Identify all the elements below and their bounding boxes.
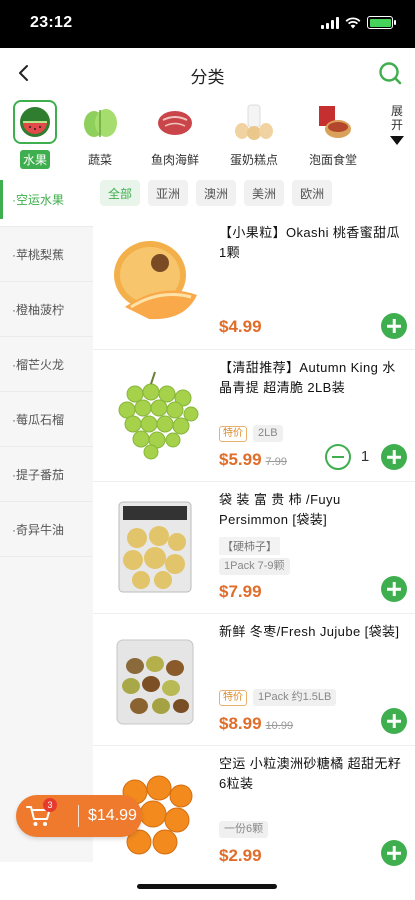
product-card[interactable]: 袋 装 富 贵 柿 /Fuyu Persimmon [袋装] 【硬柿子】 1Pa…	[93, 482, 415, 614]
spec-tag: 1Pack 约1.5LB	[253, 689, 337, 706]
product-title: 【清甜推荐】Autumn King 水晶青提 超清脆 2LB装	[219, 360, 396, 395]
expand-label: 展开	[390, 104, 403, 132]
product-title: 袋 装 富 贵 柿 /Fuyu Persimmon [袋装]	[219, 492, 341, 527]
promo-tag: 特价	[219, 689, 247, 706]
category-item-vegetable[interactable]: 蔬菜	[65, 100, 135, 170]
home-indicator[interactable]	[137, 884, 277, 889]
subcategory-sidebar: ·空运水果 ·苹桃梨蕉 ·橙柚菠柠 ·榴芒火龙 ·莓瓜石榴 ·提子番茄 ·奇异牛…	[0, 172, 93, 862]
status-time: 23:12	[30, 14, 73, 31]
category-label: 蛋奶糕点	[229, 153, 278, 167]
header: 分类	[0, 48, 415, 98]
product-card[interactable]: 新鲜 冬枣/Fresh Jujube [袋装] 特价 1Pack 约1.5LB …	[93, 614, 415, 746]
category-label: 蔬菜	[87, 153, 112, 167]
filter-asia[interactable]: 亚洲	[148, 180, 189, 206]
product-card[interactable]: 【清甜推荐】Autumn King 水晶青提 超清脆 2LB装 特价 2LB $…	[93, 350, 415, 482]
eggs-milk-icon	[232, 100, 276, 144]
watermelon-icon	[13, 100, 57, 144]
product-price: $4.99	[219, 317, 262, 336]
noodle-icon	[311, 100, 355, 144]
price-current: $8.99	[219, 714, 262, 733]
price-original: 10.99	[265, 720, 294, 732]
product-price: $5.99 7.99	[219, 450, 287, 470]
product-tags: 特价 2LB	[219, 425, 283, 442]
meat-icon	[153, 100, 197, 144]
decrease-quantity-button[interactable]	[325, 444, 351, 470]
sidebar-item-durian-mango[interactable]: ·榴芒火龙	[0, 337, 93, 392]
sidebar-item-air-fruit[interactable]: ·空运水果	[0, 172, 93, 227]
category-label: 泡面食堂	[308, 153, 357, 167]
category-strip: 水果 蔬菜 鱼肉海鲜 蛋奶糕点 泡面食堂 展开	[0, 98, 415, 172]
cart-total: $14.99	[88, 807, 137, 824]
add-to-cart-button[interactable]	[381, 444, 407, 470]
status-bar: 23:12	[0, 0, 415, 48]
search-icon[interactable]	[377, 60, 403, 86]
filter-america[interactable]: 美洲	[244, 180, 285, 206]
promo-tag: 特价	[219, 425, 247, 442]
chevron-down-icon	[390, 136, 404, 145]
product-card[interactable]: 【小果粒】Okashi 桃香蜜甜瓜 1颗 $4.99	[93, 215, 415, 350]
product-tags: 一份6颗	[219, 821, 269, 838]
quantity-value: 1	[360, 448, 370, 465]
product-note: 【硬柿子】	[219, 537, 280, 555]
cellular-signal-icon	[321, 16, 339, 29]
category-item-eggs-dairy[interactable]: 蛋奶糕点	[219, 100, 289, 170]
spec-tag: 1Pack 7-9颗	[219, 558, 290, 575]
add-to-cart-button[interactable]	[381, 840, 407, 866]
add-to-cart-button[interactable]	[381, 576, 407, 602]
lettuce-icon	[78, 100, 122, 144]
product-image	[118, 371, 199, 460]
expand-categories-button[interactable]: 展开	[387, 104, 407, 145]
product-card[interactable]: 空运 小粒澳洲砂糖橘 超甜无籽 6粒装 一份6颗 $2.99	[93, 746, 415, 871]
filter-europe[interactable]: 欧洲	[292, 180, 333, 206]
sidebar-item-apple-peach[interactable]: ·苹桃梨蕉	[0, 227, 93, 282]
cart-count-badge: 3	[43, 798, 57, 812]
battery-icon	[367, 16, 396, 29]
cart-divider	[78, 805, 79, 827]
wifi-icon	[345, 16, 361, 28]
filter-australia[interactable]: 澳洲	[196, 180, 237, 206]
product-title: 【小果粒】Okashi 桃香蜜甜瓜 1颗	[219, 225, 400, 260]
product-title: 新鲜 冬枣/Fresh Jujube [袋装]	[219, 624, 400, 639]
sidebar-item-grape-tomato[interactable]: ·提子番茄	[0, 447, 93, 502]
spec-tag: 一份6颗	[219, 821, 269, 838]
product-tags: 1Pack 7-9颗	[219, 558, 290, 575]
category-item-fruit[interactable]: 水果	[0, 100, 70, 170]
sidebar-item-berry-melon[interactable]: ·莓瓜石榴	[0, 392, 93, 447]
category-label: 水果	[19, 150, 50, 169]
sidebar-item-citrus[interactable]: ·橙柚菠柠	[0, 282, 93, 337]
price-original: 7.99	[265, 456, 287, 468]
add-to-cart-button[interactable]	[381, 708, 407, 734]
category-label: 鱼肉海鲜	[150, 153, 199, 167]
product-price: $8.99 10.99	[219, 714, 293, 734]
product-image	[114, 241, 197, 320]
category-item-instant-noodles[interactable]: 泡面食堂	[298, 100, 368, 170]
category-item-meat-seafood[interactable]: 鱼肉海鲜	[140, 100, 210, 170]
page-title: 分类	[190, 68, 225, 87]
product-image	[118, 501, 192, 593]
product-title: 空运 小粒澳洲砂糖橘 超甜无籽 6粒装	[219, 756, 402, 791]
filter-all[interactable]: 全部	[100, 180, 141, 206]
product-price: $2.99	[219, 846, 262, 865]
spec-tag: 2LB	[253, 425, 283, 442]
product-image	[116, 639, 194, 725]
product-price: $7.99	[219, 582, 262, 601]
status-icons	[321, 16, 396, 29]
add-to-cart-button[interactable]	[381, 313, 407, 339]
product-tags: 特价 1Pack 约1.5LB	[219, 689, 337, 706]
sidebar-item-kiwi-avocado[interactable]: ·奇异牛油	[0, 502, 93, 557]
region-filter-row: 全部 亚洲 澳洲 美洲 欧洲	[100, 180, 333, 206]
cart-button[interactable]: 3 $14.99	[16, 795, 142, 837]
price-current: $5.99	[219, 450, 262, 469]
